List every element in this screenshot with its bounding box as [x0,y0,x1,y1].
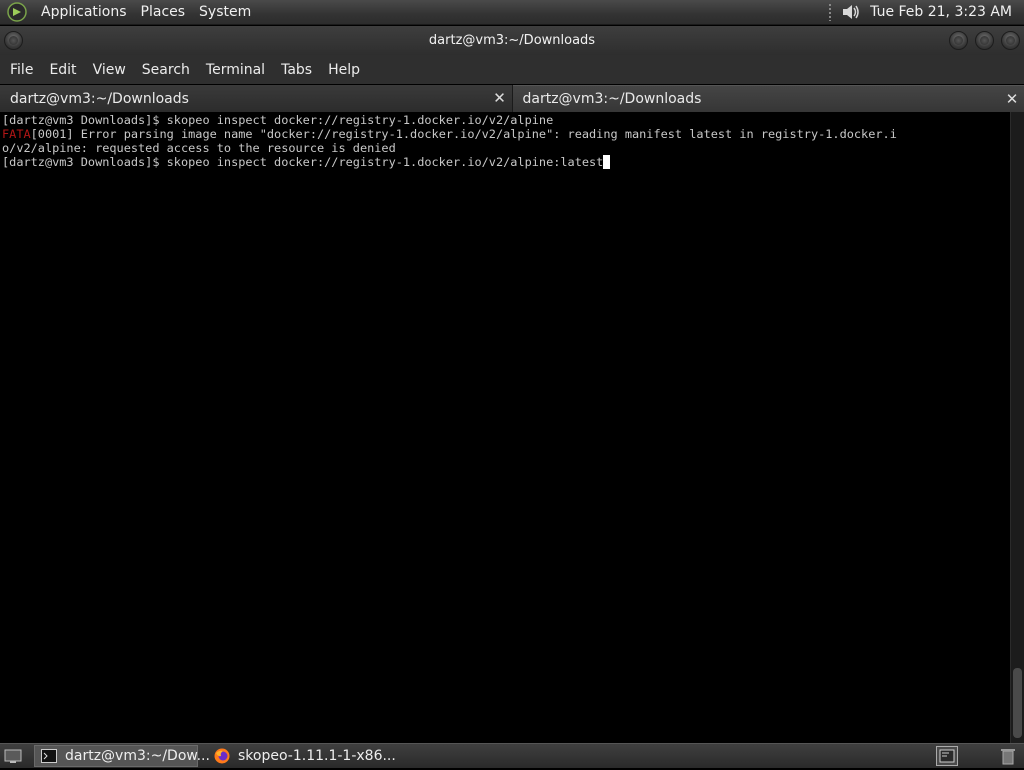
workspace-switcher[interactable] [936,746,958,766]
scrollbar-thumb[interactable] [1013,668,1022,738]
tab-bar: dartz@vm3:~/Downloads ✕ dartz@vm3:~/Down… [0,85,1024,112]
minimize-button[interactable] [949,31,968,50]
terminal-icon [41,748,57,764]
tab-label: dartz@vm3:~/Downloads [10,91,189,107]
applications-menu[interactable]: Applications [34,4,134,20]
mate-logo-icon[interactable] [6,1,28,23]
menu-edit[interactable]: Edit [42,62,83,78]
clock[interactable]: Tue Feb 21, 3:23 AM [870,4,1012,20]
terminal-output[interactable]: [dartz@vm3 Downloads]$ skopeo inspect do… [0,112,1010,743]
window-title: dartz@vm3:~/Downloads [429,33,595,48]
terminal-line: o/v2/alpine: requested access to the res… [2,141,1008,155]
terminal-line: FATA[0001] Error parsing image name "doc… [2,127,1008,141]
terminal-line: [dartz@vm3 Downloads]$ skopeo inspect do… [2,113,1008,127]
system-menu[interactable]: System [192,4,258,20]
places-menu[interactable]: Places [134,4,193,20]
taskbar-item-label: skopeo-1.11.1-1-x86... [238,748,396,764]
maximize-button[interactable] [975,31,994,50]
menu-view[interactable]: View [86,62,133,78]
text-cursor [603,155,610,169]
terminal-line: [dartz@vm3 Downloads]$ skopeo inspect do… [2,155,1008,169]
bottom-panel: dartz@vm3:~/Dow... skopeo-1.11.1-1-x86..… [0,743,1024,768]
menubar: File Edit View Search Terminal Tabs Help [0,55,1024,84]
terminal-scrollbar[interactable] [1010,112,1024,743]
fatal-label: FATA [2,127,31,141]
taskbar-item-firefox[interactable]: skopeo-1.11.1-1-x86... [208,745,402,767]
tab-1[interactable]: dartz@vm3:~/Downloads ✕ [0,85,513,112]
menu-search[interactable]: Search [135,62,197,78]
error-text: [0001] Error parsing image name "docker:… [31,127,897,141]
firefox-icon [214,748,230,764]
menu-tabs[interactable]: Tabs [274,62,319,78]
volume-icon[interactable] [840,1,862,23]
trash-icon[interactable] [998,746,1018,766]
top-panel: Applications Places System Tue Feb 21, 3… [0,0,1024,25]
panel-drag-handle[interactable] [828,3,832,21]
show-desktop-icon[interactable] [2,746,24,766]
menu-terminal[interactable]: Terminal [199,62,272,78]
window-menu-button[interactable] [4,31,23,50]
tab-2[interactable]: dartz@vm3:~/Downloads ✕ [513,85,1024,112]
current-command: [dartz@vm3 Downloads]$ skopeo inspect do… [2,155,603,169]
tab-close-icon[interactable]: ✕ [1004,91,1020,107]
taskbar-item-label: dartz@vm3:~/Dow... [65,748,210,764]
window-titlebar[interactable]: dartz@vm3:~/Downloads [0,26,1024,55]
menu-help[interactable]: Help [321,62,367,78]
tab-label: dartz@vm3:~/Downloads [523,91,702,107]
panel-tray: Tue Feb 21, 3:23 AM [828,1,1024,23]
taskbar-item-terminal[interactable]: dartz@vm3:~/Dow... [34,745,198,767]
close-window-button[interactable] [1001,31,1020,50]
tab-close-icon[interactable]: ✕ [492,90,508,106]
menu-file[interactable]: File [3,62,40,78]
